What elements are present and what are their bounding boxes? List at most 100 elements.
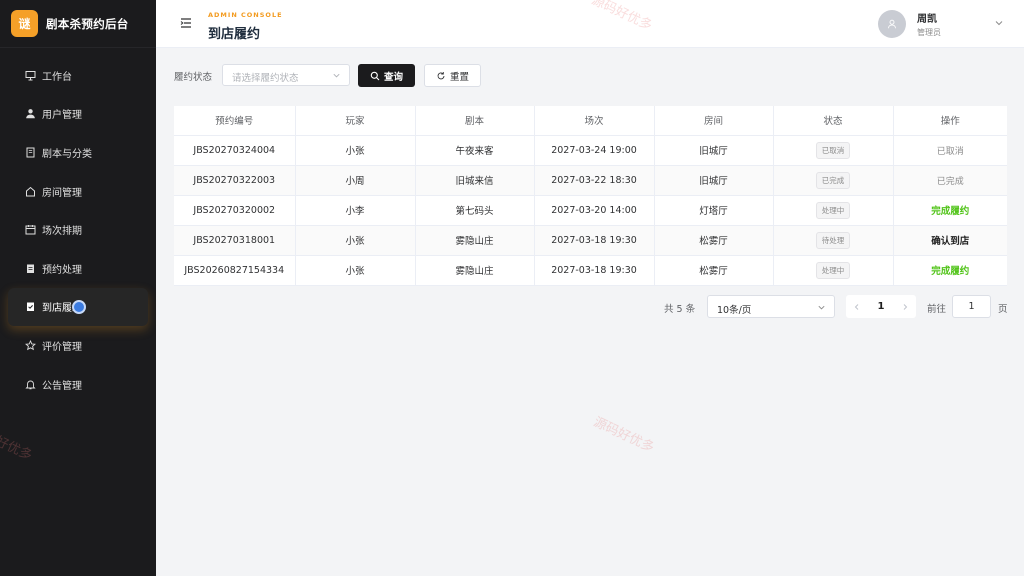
row-action-button[interactable]: 确认到店	[931, 236, 969, 247]
cell-id: JBS20270324004	[174, 135, 296, 166]
sidebar-item-1[interactable]: 用户管理	[0, 95, 156, 134]
dashboard-icon	[24, 69, 36, 81]
cell-action: 已完成	[893, 165, 1007, 196]
user-role: 管理员	[917, 28, 941, 37]
column-header: 剧本	[415, 106, 535, 136]
cell-id: JBS20270318001	[174, 225, 296, 256]
chevron-down-icon[interactable]	[994, 18, 1004, 28]
cell-status: 处理中	[773, 195, 894, 226]
calendar-icon	[24, 224, 36, 236]
cell-room: 旧城厅	[654, 165, 774, 196]
cell-action: 完成履约	[893, 255, 1007, 286]
sidebar-item-3[interactable]: 房间管理	[0, 172, 156, 211]
star-icon	[24, 339, 36, 351]
sidebar-item-7[interactable]: 评价管理	[0, 326, 156, 365]
sidebar-item-label: 公告管理	[42, 380, 82, 392]
reset-button[interactable]: 重置	[424, 64, 481, 87]
home-icon	[24, 185, 36, 197]
status-select-placeholder: 请选择履约状态	[232, 73, 299, 84]
cell-id: JBS20260827154334	[174, 255, 296, 286]
goto-page-input[interactable]: 1	[952, 295, 991, 318]
user-icon	[24, 108, 36, 120]
table-row: JBS20260827154334 小张 雾隐山庄 2027-03-18 19:30 松…	[174, 255, 1007, 286]
page-size-value: 10条/页	[717, 305, 752, 316]
page-size-select[interactable]: 10条/页	[707, 295, 835, 318]
row-action-text: 已完成	[936, 176, 964, 187]
cell-room: 松雾厅	[654, 255, 774, 286]
chevron-down-icon	[818, 305, 825, 310]
sidebar-item-5[interactable]: 预约处理	[0, 249, 156, 288]
sidebar-item-label: 用户管理	[42, 110, 82, 122]
cell-player: 小张	[295, 255, 416, 286]
user-avatar-icon	[888, 19, 896, 29]
status-badge: 已取消	[815, 141, 851, 159]
status-badge: 处理中	[815, 261, 851, 279]
table-header-row: 预约编号 玩家 剧本 场次 房间 状态 操作	[174, 106, 1007, 136]
cell-id: JBS20270320002	[174, 195, 296, 226]
watermark: 源码好优多	[591, 414, 657, 456]
sidebar-menu: 工作台用户管理剧本与分类房间管理场次排期预约处理 到店履约评价管理公告管理	[0, 48, 156, 403]
page-title: 到店履约	[208, 27, 261, 42]
sidebar-item-4[interactable]: 场次排期	[0, 210, 156, 249]
filter-label: 履约状态	[174, 72, 213, 83]
current-page[interactable]: 1	[878, 301, 885, 312]
clipboard-icon	[24, 262, 36, 274]
column-header: 预约编号	[174, 106, 296, 136]
cell-action: 已取消	[893, 135, 1007, 166]
cell-player: 小张	[295, 225, 416, 256]
breadcrumb-subtitle: ADMIN CONSOLE	[208, 11, 283, 19]
row-action-button[interactable]: 完成履约	[931, 266, 969, 277]
sidebar-item-0[interactable]: 工作台	[0, 56, 156, 95]
table-row: JBS20270320002 小李 第七码头 2027-03-20 14:00 灯塔厅 处…	[174, 195, 1007, 226]
goto-label: 前往	[927, 304, 947, 315]
row-action-button[interactable]: 完成履约	[931, 206, 969, 217]
column-header: 操作	[893, 106, 1007, 136]
cell-room: 松雾厅	[654, 225, 774, 256]
sidebar-item-label: 工作台	[42, 71, 72, 83]
chevron-down-icon	[333, 73, 340, 78]
sidebar-item-2[interactable]: 剧本与分类	[0, 133, 156, 172]
sidebar-item-label: 剧本与分类	[42, 148, 92, 160]
cell-session: 2027-03-24 19:00	[534, 135, 655, 166]
refresh-icon	[437, 71, 445, 79]
menu-toggle-icon[interactable]	[180, 17, 192, 29]
query-button-label: 查询	[383, 71, 403, 83]
pagination-total: 共 5 条	[664, 304, 696, 315]
sidebar: 谜 剧本杀预约后台 工作台 用户管理 剧本与分类 房间管理 场次排期 预约处理 到店履约 评价…	[0, 0, 156, 576]
cell-status: 处理中	[773, 255, 894, 286]
status-badge: 待处理	[815, 231, 851, 249]
sidebar-item-label: 评价管理	[42, 341, 82, 353]
cell-action: 确认到店	[893, 225, 1007, 256]
pager: 1	[846, 295, 916, 318]
cell-session: 2027-03-22 18:30	[534, 165, 655, 196]
sidebar-item-label: 场次排期	[42, 226, 82, 238]
cell-session: 2027-03-18 19:30	[534, 255, 655, 286]
cell-script: 雾隐山庄	[415, 225, 535, 256]
reset-button-label: 重置	[449, 71, 469, 83]
table-body: JBS20270324004 小张 午夜来客 2027-03-24 19:00 旧城厅已…	[174, 135, 1007, 286]
query-button[interactable]: 查询	[358, 64, 415, 87]
bell-icon	[24, 378, 36, 390]
column-header: 玩家	[295, 106, 416, 136]
avatar[interactable]	[878, 10, 906, 38]
column-header: 房间	[654, 106, 774, 136]
cell-action: 完成履约	[893, 195, 1007, 226]
sidebar-item-8[interactable]: 公告管理	[0, 365, 156, 404]
row-action-text: 已取消	[936, 146, 964, 157]
status-select[interactable]: 请选择履约状态	[222, 64, 350, 86]
check-clipboard-icon	[24, 301, 36, 313]
user-name[interactable]: 周凯	[917, 10, 937, 25]
table-row: JBS20270322003 小周 旧城来信 2027-03-22 18:30 旧城厅 已…	[174, 165, 1007, 196]
chevron-left-icon[interactable]	[853, 303, 861, 311]
chevron-right-icon[interactable]	[901, 303, 909, 311]
cell-script: 午夜来客	[415, 135, 535, 166]
sidebar-item-6[interactable]: 到店履约	[8, 287, 148, 327]
status-badge: 处理中	[815, 201, 851, 219]
column-header: 状态	[773, 106, 894, 136]
cell-id: JBS20270322003	[174, 165, 296, 196]
cell-room: 旧城厅	[654, 135, 774, 166]
cell-script: 旧城来信	[415, 165, 535, 196]
cell-room: 灯塔厅	[654, 195, 774, 226]
cell-status: 已完成	[773, 165, 894, 196]
book-icon	[24, 146, 36, 158]
